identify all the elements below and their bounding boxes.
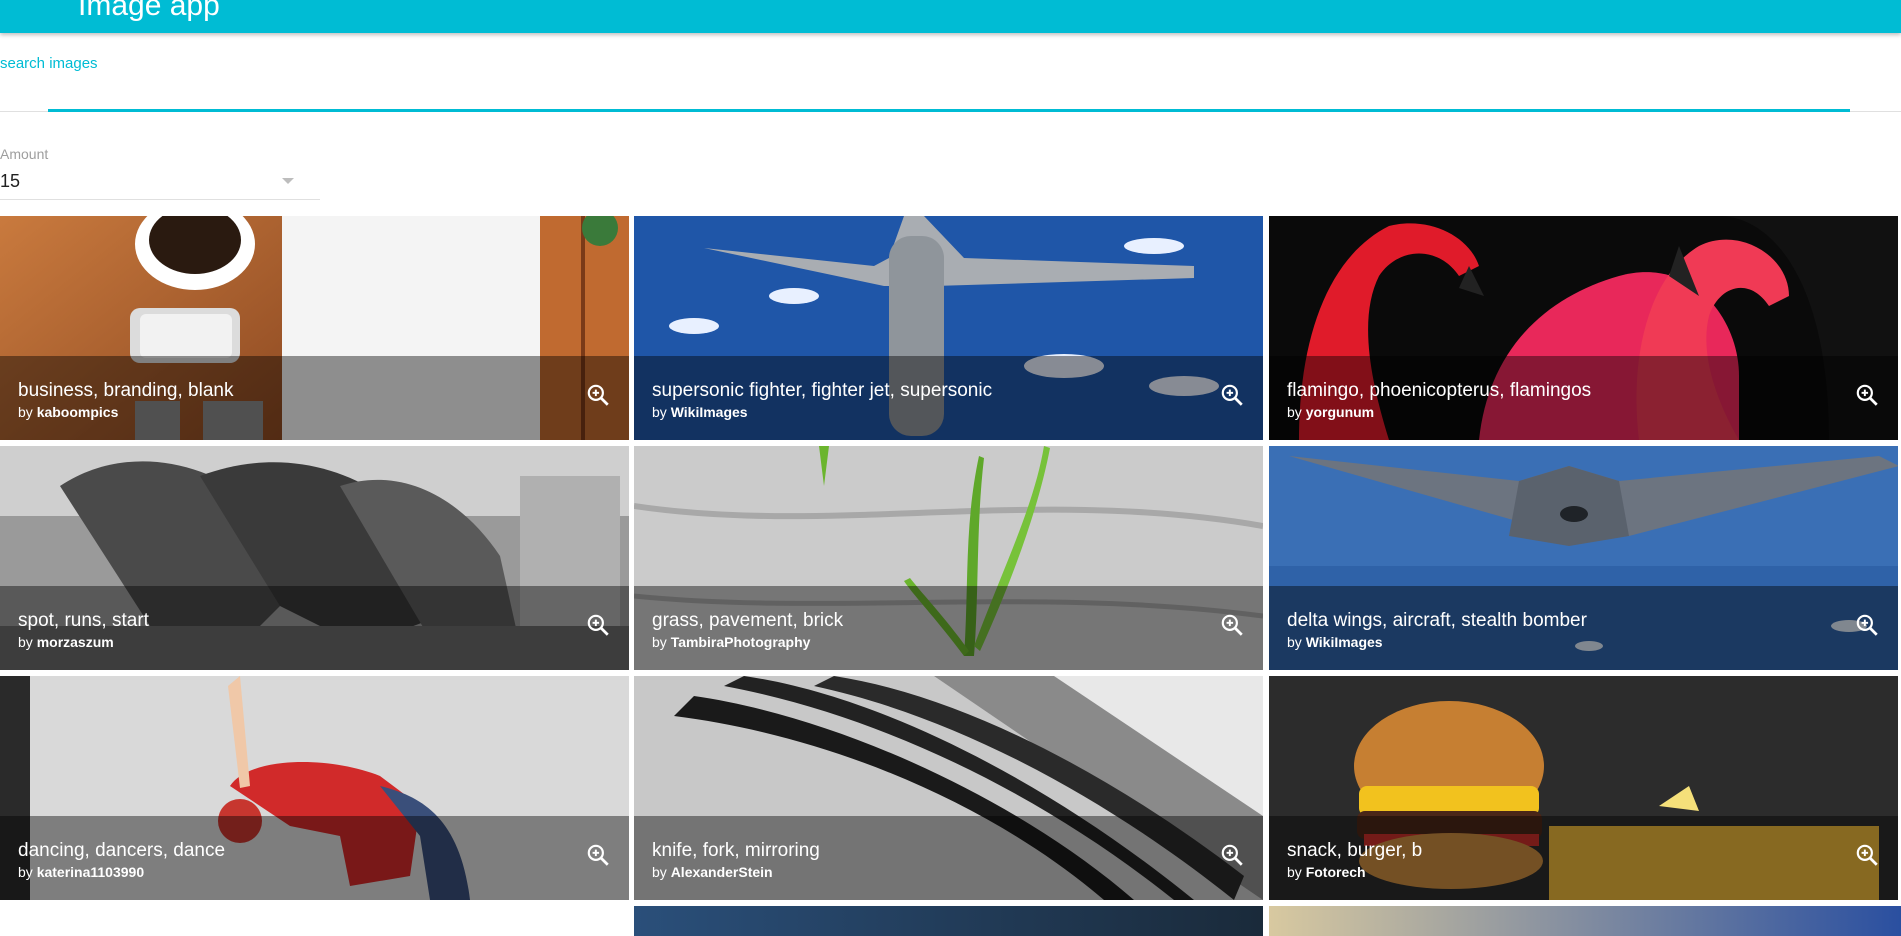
tile-title: delta wings, aircraft, stealth bomber <box>1287 610 1587 631</box>
tile-title: flamingo, phoenicopterus, flamingos <box>1287 380 1592 401</box>
amount-select[interactable]: Amount 15 <box>0 146 320 200</box>
tile-author: by Fotorech <box>1287 864 1366 880</box>
tile-author: by AlexanderStein <box>652 864 773 880</box>
amount-label: Amount <box>0 146 49 162</box>
zoom-in-icon[interactable] <box>1219 612 1245 638</box>
image-tile[interactable]: snack, burger, b by Fotorech <box>1269 676 1898 900</box>
tile-author: by morzaszum <box>18 634 114 650</box>
image-tile[interactable]: dancing, dancers, dance by katerina11039… <box>0 676 629 900</box>
tile-title: dancing, dancers, dance <box>18 840 226 861</box>
image-tile[interactable]: grass, pavement, brick by TambiraPhotogr… <box>634 446 1263 670</box>
zoom-in-icon[interactable] <box>1219 382 1245 408</box>
image-tile[interactable]: flamingo, phoenicopterus, flamingos by y… <box>1269 216 1898 440</box>
chevron-down-icon[interactable] <box>282 178 294 184</box>
zoom-in-icon[interactable] <box>585 612 611 638</box>
image-tile-partial[interactable] <box>634 906 1263 936</box>
search-underline-active <box>48 109 1850 112</box>
tile-author: by yorgunum <box>1287 404 1375 420</box>
tile-author: by katerina1103990 <box>18 864 145 880</box>
zoom-in-icon[interactable] <box>585 842 611 868</box>
zoom-in-icon[interactable] <box>1219 842 1245 868</box>
amount-value: 15 <box>0 171 21 191</box>
tile-title: grass, pavement, brick <box>652 610 844 631</box>
tile-title: snack, burger, b <box>1287 840 1423 861</box>
zoom-in-icon[interactable] <box>1854 842 1880 868</box>
image-tile-partial[interactable] <box>0 906 629 936</box>
image-tile[interactable]: spot, runs, start by morzaszum <box>0 446 629 670</box>
tile-title: knife, fork, mirroring <box>652 840 820 861</box>
zoom-in-icon[interactable] <box>585 382 611 408</box>
amount-underline <box>0 199 320 200</box>
image-tile[interactable]: business, branding, blank by kaboompics <box>0 216 629 440</box>
tile-author: by kaboompics <box>18 404 119 420</box>
zoom-in-icon[interactable] <box>1854 612 1880 638</box>
tile-author: by WikiImages <box>652 404 748 420</box>
app-bar: Image app <box>0 0 1901 33</box>
tile-title: supersonic fighter, fighter jet, superso… <box>652 380 993 401</box>
search-label: search images <box>0 55 98 72</box>
tile-title: business, branding, blank <box>18 380 234 401</box>
tile-author: by WikiImages <box>1287 634 1383 650</box>
tile-author: by TambiraPhotography <box>652 634 811 650</box>
image-tile[interactable]: delta wings, aircraft, stealth bomber by… <box>1269 446 1898 670</box>
image-tile[interactable]: supersonic fighter, fighter jet, superso… <box>634 216 1263 440</box>
image-tile[interactable]: knife, fork, mirroring by AlexanderStein <box>634 676 1263 900</box>
zoom-in-icon[interactable] <box>1854 382 1880 408</box>
image-tile-partial[interactable] <box>1269 906 1901 936</box>
menu-icon[interactable] <box>22 0 52 4</box>
app-title: Image app <box>78 0 220 22</box>
tile-title: spot, runs, start <box>18 610 149 631</box>
